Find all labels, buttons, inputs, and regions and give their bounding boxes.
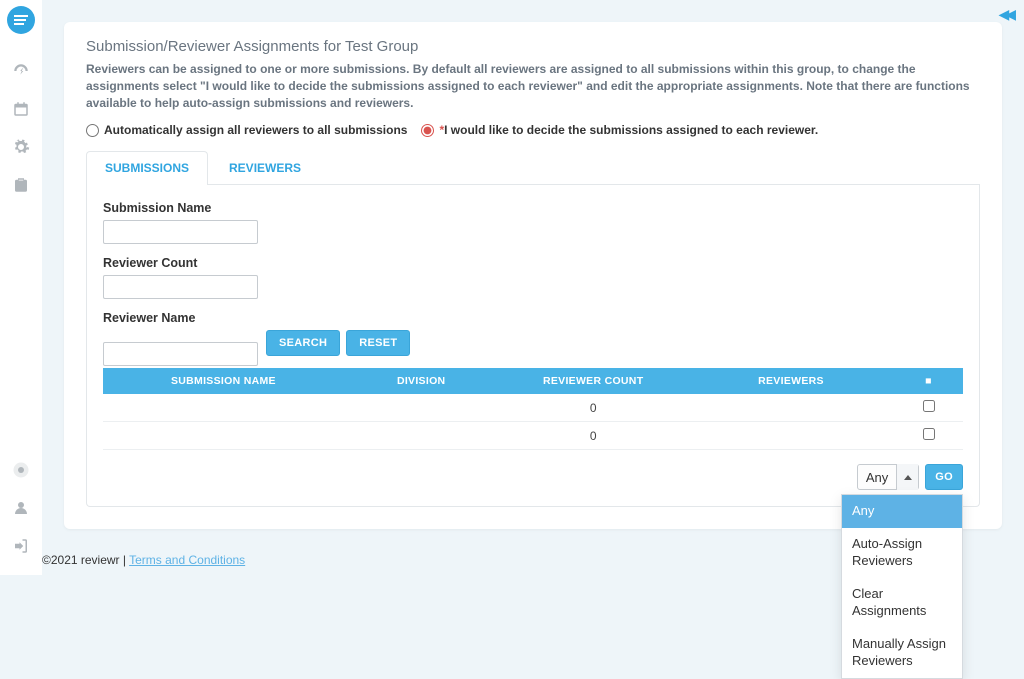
reviewer-count-label: Reviewer Count (103, 256, 963, 270)
gear-icon[interactable] (11, 137, 31, 157)
filter-panel: Submission Name Reviewer Count Reviewer … (86, 185, 980, 507)
tabs: SUBMISSIONS REVIEWERS (86, 151, 980, 185)
page-description: Reviewers can be assigned to one or more… (86, 61, 980, 111)
dashboard-icon[interactable] (11, 61, 31, 81)
footer-copyright: ©2021 reviewr | (42, 553, 129, 567)
submissions-table: SUBMISSION NAME DIVISION REVIEWER COUNT … (103, 368, 963, 450)
assignment-mode-radios: Automatically assign all reviewers to al… (86, 123, 980, 137)
col-reviewers: REVIEWERS (688, 368, 894, 394)
main-content: Submission/Reviewer Assignments for Test… (42, 0, 1024, 575)
footer-terms-link[interactable]: Terms and Conditions (129, 553, 245, 567)
user-icon[interactable] (11, 498, 31, 518)
reviewer-name-input[interactable] (103, 342, 258, 366)
dropdown-clear[interactable]: Clear Assignments (842, 578, 962, 628)
app-logo[interactable] (7, 6, 35, 34)
bulk-action-selected: Any (858, 470, 896, 485)
go-button[interactable]: GO (925, 464, 963, 490)
help-icon[interactable] (11, 460, 31, 480)
col-division: DIVISION (344, 368, 499, 394)
col-select-all[interactable]: ■ (894, 368, 963, 394)
dropdown-any[interactable]: Any (842, 495, 962, 528)
radio-auto-label: Automatically assign all reviewers to al… (104, 123, 407, 137)
radio-auto-input[interactable] (86, 124, 99, 137)
reviewer-name-label: Reviewer Name (103, 311, 963, 325)
bulk-action-dropdown: Any Auto-Assign Reviewers Clear Assignme… (841, 494, 963, 678)
tab-reviewers[interactable]: REVIEWERS (210, 151, 320, 184)
radio-auto-assign[interactable]: Automatically assign all reviewers to al… (86, 123, 407, 137)
dropdown-manual[interactable]: Manually Assign Reviewers (842, 628, 962, 678)
chevron-up-icon (896, 464, 918, 490)
radio-manual-assign[interactable]: I would like to decide the submissions a… (421, 123, 818, 137)
sidebar (0, 0, 42, 575)
logout-icon[interactable] (11, 536, 31, 556)
table-row: 0 (103, 394, 963, 422)
tab-submissions[interactable]: SUBMISSIONS (86, 151, 208, 184)
bulk-action-select[interactable]: Any (857, 464, 919, 490)
row-checkbox[interactable] (923, 400, 935, 412)
reset-button[interactable]: RESET (346, 330, 410, 356)
footer: ©2021 reviewr | Terms and Conditions (42, 553, 245, 567)
assignments-card: Submission/Reviewer Assignments for Test… (64, 22, 1002, 529)
table-row: 0 (103, 422, 963, 450)
dropdown-auto-assign[interactable]: Auto-Assign Reviewers (842, 528, 962, 578)
reviewer-count-input[interactable] (103, 275, 258, 299)
clipboard-icon[interactable] (11, 175, 31, 195)
radio-manual-input[interactable] (421, 124, 434, 137)
radio-manual-label: I would like to decide the submissions a… (439, 123, 818, 137)
search-button[interactable]: SEARCH (266, 330, 340, 356)
col-reviewer-count: REVIEWER COUNT (499, 368, 688, 394)
col-submission-name: SUBMISSION NAME (103, 368, 344, 394)
bulk-action-row: Any GO Any Auto-Assign Reviewers Clear A… (103, 464, 963, 490)
page-title: Submission/Reviewer Assignments for Test… (86, 38, 980, 55)
row-checkbox[interactable] (923, 428, 935, 440)
calendar-icon[interactable] (11, 99, 31, 119)
submission-name-label: Submission Name (103, 201, 963, 215)
submission-name-input[interactable] (103, 220, 258, 244)
